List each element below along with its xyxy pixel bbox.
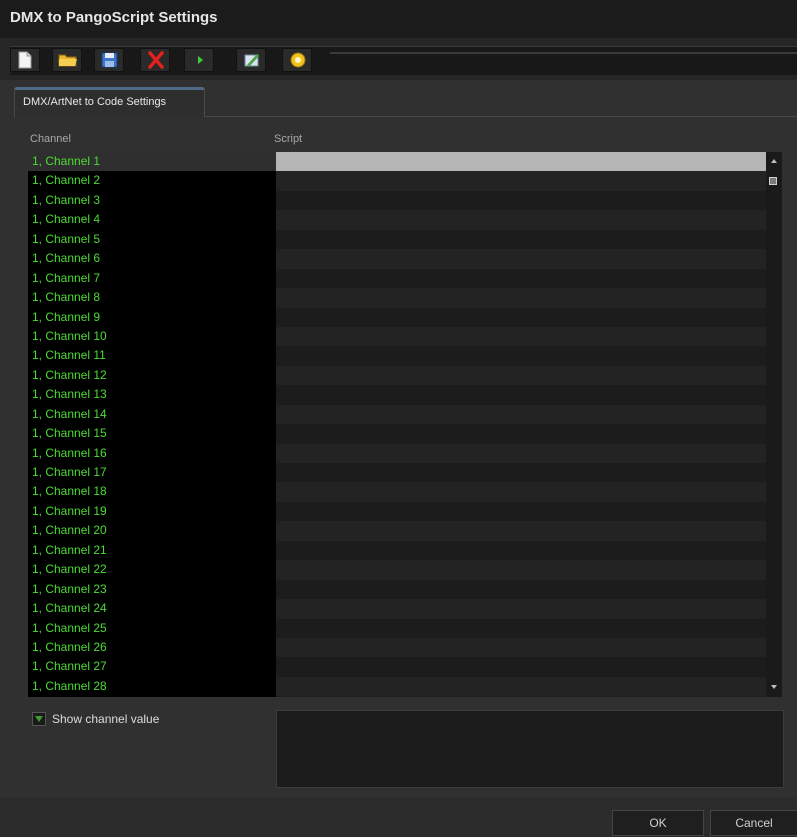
save-icon [101, 52, 118, 68]
script-cell[interactable] [276, 326, 766, 347]
script-cell[interactable] [276, 152, 766, 172]
scroll-thumb[interactable] [769, 177, 777, 185]
channel-row[interactable]: 1, Channel 14 [28, 405, 276, 424]
ok-button[interactable]: OK [612, 810, 704, 836]
show-channel-value-label: Show channel value [52, 712, 160, 726]
channel-row[interactable]: 1, Channel 4 [28, 210, 276, 229]
channel-row[interactable]: 1, Channel 27 [28, 657, 276, 676]
toolbar-divider [330, 52, 797, 54]
script-list[interactable] [276, 152, 766, 697]
script-cell[interactable] [276, 521, 766, 541]
script-cell[interactable] [276, 618, 766, 638]
script-cell[interactable] [276, 676, 766, 697]
script-column-header: Script [274, 133, 303, 145]
toolbar [0, 38, 797, 80]
channel-row[interactable]: 1, Channel 1 [28, 152, 276, 172]
script-cell[interactable] [276, 365, 766, 386]
play-icon [198, 56, 203, 64]
channel-row[interactable]: 1, Channel 24 [28, 599, 276, 618]
script-cell[interactable] [276, 501, 766, 522]
channel-row[interactable]: 1, Channel 11 [28, 346, 276, 365]
run-button[interactable] [184, 48, 214, 72]
channel-row[interactable]: 1, Channel 6 [28, 249, 276, 268]
script-cell[interactable] [276, 171, 766, 191]
vertical-scrollbar[interactable] [766, 152, 782, 697]
channel-row[interactable]: 1, Channel 21 [28, 541, 276, 560]
show-channel-value-checkbox[interactable]: Show channel value [32, 711, 159, 727]
channel-row[interactable]: 1, Channel 10 [28, 327, 276, 346]
channel-row[interactable]: 1, Channel 3 [28, 191, 276, 210]
help-icon [290, 52, 306, 68]
scroll-up-icon[interactable] [769, 156, 779, 166]
channel-row[interactable]: 1, Channel 19 [28, 502, 276, 521]
script-cell[interactable] [276, 599, 766, 619]
new-button[interactable] [10, 48, 40, 72]
channel-column-header: Channel [30, 133, 71, 145]
delete-button[interactable] [140, 48, 170, 72]
script-cell[interactable] [276, 268, 766, 289]
channel-row[interactable]: 1, Channel 18 [28, 482, 276, 501]
channel-row[interactable]: 1, Channel 9 [28, 308, 276, 327]
channel-row[interactable]: 1, Channel 17 [28, 463, 276, 482]
save-button[interactable] [94, 48, 124, 72]
tab-strip-line [205, 116, 797, 117]
new-icon [18, 51, 32, 69]
channel-row[interactable]: 1, Channel 16 [28, 444, 276, 463]
script-cell[interactable] [276, 249, 766, 269]
open-folder-icon [58, 54, 77, 67]
channel-row[interactable]: 1, Channel 23 [28, 580, 276, 599]
channel-row[interactable]: 1, Channel 15 [28, 424, 276, 443]
channel-row[interactable]: 1, Channel 5 [28, 230, 276, 249]
channel-row[interactable]: 1, Channel 8 [28, 288, 276, 307]
channel-row[interactable]: 1, Channel 26 [28, 638, 276, 657]
script-cell[interactable] [276, 190, 766, 211]
script-cell[interactable] [276, 579, 766, 600]
channel-row[interactable]: 1, Channel 7 [28, 269, 276, 288]
title-bar: DMX to PangoScript Settings [0, 0, 797, 38]
script-cell[interactable] [276, 637, 766, 658]
script-cell[interactable] [276, 463, 766, 483]
window-title: DMX to PangoScript Settings [10, 9, 218, 26]
scroll-down-icon[interactable] [769, 682, 779, 692]
script-cell[interactable] [276, 482, 766, 502]
script-cell[interactable] [276, 385, 766, 405]
channel-row[interactable]: 1, Channel 12 [28, 366, 276, 385]
help-button[interactable] [282, 48, 312, 72]
channel-value-box [276, 710, 784, 788]
channel-row[interactable]: 1, Channel 28 [28, 677, 276, 696]
toolbar-groove [10, 46, 797, 75]
channel-row[interactable]: 1, Channel 13 [28, 385, 276, 404]
script-cell[interactable] [276, 424, 766, 444]
script-cell[interactable] [276, 443, 766, 463]
channel-row[interactable]: 1, Channel 2 [28, 171, 276, 190]
dmx-settings-window: DMX to PangoScript Settings DMX/ArtNet t… [0, 0, 797, 837]
script-cell[interactable] [276, 346, 766, 366]
script-cell[interactable] [276, 560, 766, 580]
script-cell[interactable] [276, 657, 766, 677]
open-button[interactable] [52, 48, 82, 72]
script-cell[interactable] [276, 307, 766, 327]
edit-button[interactable] [236, 48, 266, 72]
channel-row[interactable]: 1, Channel 22 [28, 560, 276, 579]
script-cell[interactable] [276, 229, 766, 250]
channel-row[interactable]: 1, Channel 20 [28, 521, 276, 540]
delete-icon [148, 51, 164, 69]
check-icon [35, 716, 43, 722]
script-cell[interactable] [276, 288, 766, 308]
channel-row[interactable]: 1, Channel 25 [28, 619, 276, 638]
cancel-button[interactable]: Cancel [710, 810, 797, 836]
checkbox-box[interactable] [32, 712, 46, 726]
channel-list[interactable]: 1, Channel 1 1, Channel 2 1, Channel 3 1, C… [28, 152, 276, 697]
script-cell[interactable] [276, 210, 766, 230]
edit-icon [244, 54, 259, 67]
script-cell[interactable] [276, 540, 766, 561]
script-cell[interactable] [276, 404, 766, 425]
tab-dmx-artnet-to-code-settings[interactable]: DMX/ArtNet to Code Settings [14, 87, 205, 117]
